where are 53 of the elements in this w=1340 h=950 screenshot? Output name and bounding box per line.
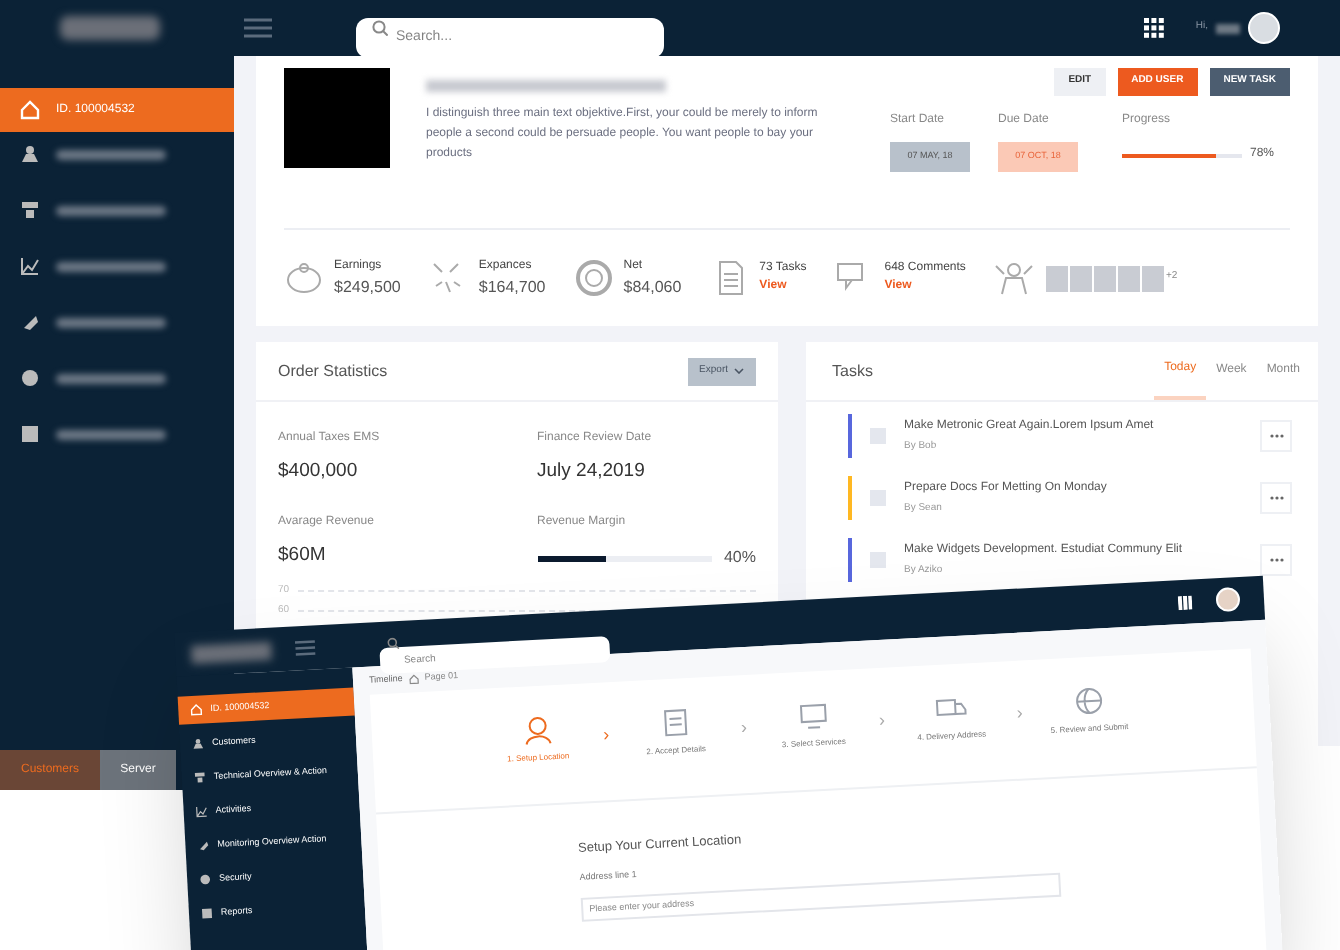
photo-placeholder [1093,265,1116,291]
donut-icon [573,258,614,298]
people-icon [191,737,205,750]
chart-icon [195,805,208,818]
checkbox[interactable] [870,428,886,444]
grid-icon [1177,594,1193,610]
blurred-label [56,205,166,215]
checkbox[interactable] [870,552,886,568]
chevron-icon: › [1015,688,1024,728]
chevron-icon: › [739,703,748,743]
metric-value: $400,000 [278,458,360,486]
blurred-label [56,149,166,159]
checkbox[interactable] [870,490,886,506]
image-placeholder [284,68,390,168]
photo-placeholder [1045,265,1068,291]
metric-value: July 24,2019 [537,458,647,486]
photo-placeholder [1069,265,1092,291]
margin-reading: 40% [723,546,756,571]
blurred-logo [190,640,272,663]
people-icon [993,258,1034,298]
search-icon [372,20,388,36]
photo-placeholder [1141,265,1164,291]
stat-value: $84,060 [623,275,682,299]
monitor-icon [795,698,830,733]
menu-icon [294,639,316,657]
people-icon [20,144,40,164]
search-icon [386,637,400,650]
more-button[interactable] [1260,482,1292,514]
chevron-icon: › [601,710,610,750]
home-icon [20,100,40,120]
grid-icon [1143,18,1164,38]
more-button[interactable] [1260,420,1292,452]
blurred-username [1216,23,1240,33]
stat-value: $164,700 [478,275,546,299]
person-icon [520,713,554,747]
chart-icon [20,256,40,276]
blurred-label [56,261,166,271]
photo-placeholder [1117,265,1140,291]
stat-value: $249,500 [334,275,401,299]
piggy-bank-icon [284,258,324,298]
home-icon [190,703,203,717]
chevron-icon: › [877,695,886,735]
menu-icon [244,18,272,38]
metric-value: $60M [278,542,328,571]
card-title: Tasks [832,359,875,383]
blurred-label [56,429,166,439]
blurred-label [56,317,166,327]
home-icon [408,673,419,684]
blurred-label [56,373,166,383]
more-button[interactable] [1260,544,1292,576]
caret-icon [734,368,744,374]
card-title: Order Statistics [278,359,388,383]
blurred-logo [60,16,160,40]
